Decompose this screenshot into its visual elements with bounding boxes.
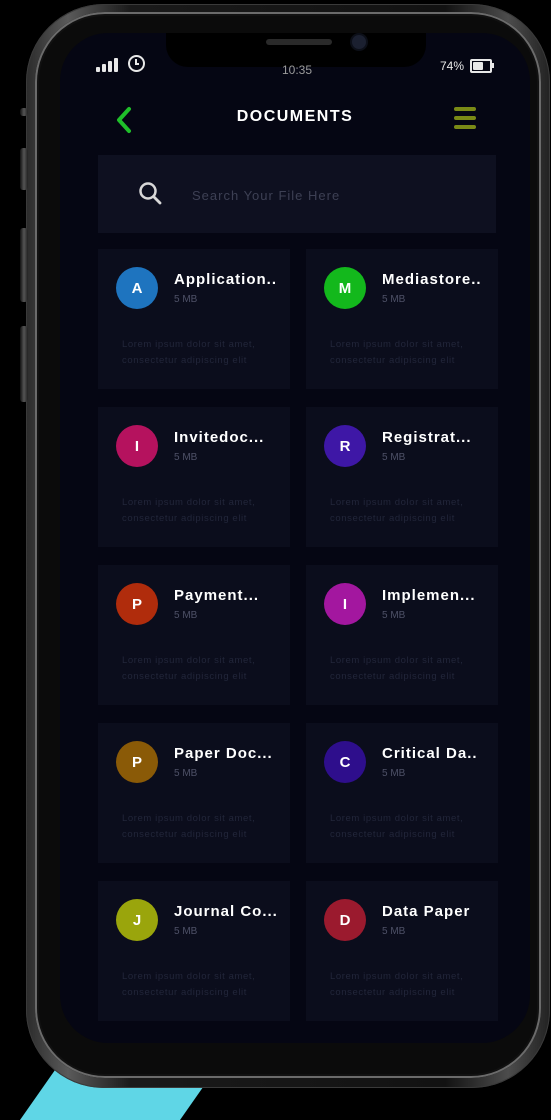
document-card[interactable]: R Registrat... 5 MB Lorem ipsum dolor sit a… [306, 407, 498, 547]
document-title: Mediastore.. [382, 271, 482, 288]
document-size: 5 MB [174, 768, 198, 779]
document-size: 5 MB [174, 452, 198, 463]
status-bar-left [96, 55, 145, 72]
document-avatar: M [324, 267, 366, 309]
document-size: 5 MB [174, 294, 198, 305]
side-button-volume-down [20, 228, 28, 302]
document-title: Implemen... [382, 587, 476, 604]
document-avatar: A [116, 267, 158, 309]
hamburger-menu-icon[interactable] [454, 107, 476, 129]
front-camera [352, 35, 366, 49]
document-title: Application.. [174, 271, 277, 288]
document-description: Lorem ipsum dolor sit amet, consectetur … [122, 813, 256, 840]
document-avatar: C [324, 741, 366, 783]
side-button-power [20, 326, 28, 402]
document-size: 5 MB [382, 610, 406, 621]
battery-percent: 74% [439, 59, 464, 73]
document-title: Critical Da.. [382, 745, 478, 762]
signal-icon [96, 58, 118, 72]
document-description: Lorem ipsum dolor sit amet, consectetur … [122, 497, 256, 524]
speaker-grille [266, 39, 332, 45]
search-input[interactable] [190, 184, 474, 206]
document-size: 5 MB [382, 926, 406, 937]
notch [166, 33, 426, 67]
document-size: 5 MB [174, 926, 198, 937]
document-card[interactable]: M Mediastore.. 5 MB Lorem ipsum dolor sit a… [306, 249, 498, 389]
document-avatar: R [324, 425, 366, 467]
phone-screen: 10:35 74% DOCUMENTS A Application.. 5 MB Lo… [60, 33, 530, 1043]
document-card[interactable]: I Invitedoc... 5 MB Lorem ipsum dolor sit a… [98, 407, 290, 547]
side-button-mute [20, 108, 28, 116]
document-card[interactable]: J Journal Co... 5 MB Lorem ipsum dolor sit … [98, 881, 290, 1021]
document-description: Lorem ipsum dolor sit amet, consectetur … [330, 339, 464, 366]
document-card[interactable]: P Payment... 5 MB Lorem ipsum dolor sit ame… [98, 565, 290, 705]
document-description: Lorem ipsum dolor sit amet, consectetur … [330, 655, 464, 682]
document-avatar: D [324, 899, 366, 941]
document-avatar: I [324, 583, 366, 625]
document-title: Data Paper [382, 903, 471, 920]
document-description: Lorem ipsum dolor sit amet, consectetur … [330, 813, 464, 840]
document-description: Lorem ipsum dolor sit amet, consectetur … [122, 655, 256, 682]
document-card[interactable]: C Critical Da.. 5 MB Lorem ipsum dolor sit … [306, 723, 498, 863]
document-size: 5 MB [382, 294, 406, 305]
document-card[interactable]: P Paper Doc... 5 MB Lorem ipsum dolor sit a… [98, 723, 290, 863]
document-title: Journal Co... [174, 903, 278, 920]
document-description: Lorem ipsum dolor sit amet, consectetur … [122, 339, 256, 366]
document-description: Lorem ipsum dolor sit amet, consectetur … [330, 497, 464, 524]
status-time: 10:35 [282, 63, 313, 77]
document-card[interactable]: I Implemen... 5 MB Lorem ipsum dolor sit am… [306, 565, 498, 705]
clock-icon [128, 55, 145, 72]
side-button-volume-up [20, 148, 28, 190]
document-card[interactable]: D Data Paper 5 MB Lorem ipsum dolor sit ame… [306, 881, 498, 1021]
document-avatar: P [116, 741, 158, 783]
document-description: Lorem ipsum dolor sit amet, consectetur … [122, 971, 256, 998]
document-card[interactable]: A Application.. 5 MB Lorem ipsum dolor sit … [98, 249, 290, 389]
document-title: Paper Doc... [174, 745, 273, 762]
battery-icon [470, 59, 494, 73]
document-size: 5 MB [382, 452, 406, 463]
document-title: Invitedoc... [174, 429, 265, 446]
document-size: 5 MB [382, 768, 406, 779]
search-icon [138, 181, 162, 205]
document-title: Payment... [174, 587, 260, 604]
document-size: 5 MB [174, 610, 198, 621]
document-avatar: J [116, 899, 158, 941]
status-bar-right: 74% [439, 59, 494, 73]
document-title: Registrat... [382, 429, 472, 446]
document-avatar: P [116, 583, 158, 625]
document-description: Lorem ipsum dolor sit amet, consectetur … [330, 971, 464, 998]
document-avatar: I [116, 425, 158, 467]
header: DOCUMENTS [60, 99, 530, 139]
search-bar[interactable] [98, 155, 496, 233]
